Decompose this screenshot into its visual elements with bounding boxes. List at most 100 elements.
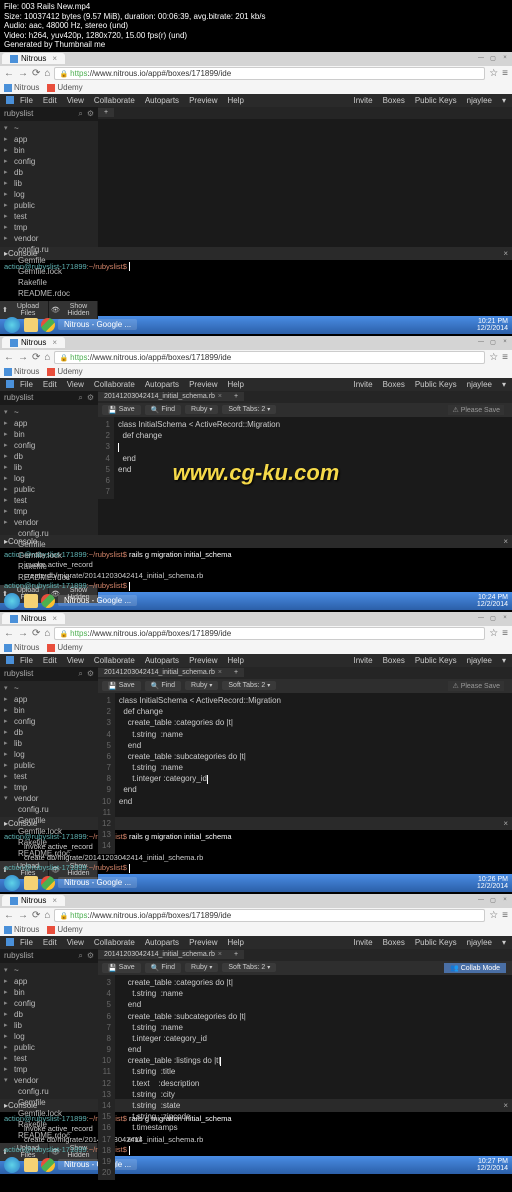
menu-view[interactable]: View	[67, 938, 84, 947]
show-hidden-button[interactable]: 👁Show Hidden	[49, 301, 98, 319]
menu-edit[interactable]: Edit	[43, 656, 57, 665]
star-icon[interactable]: ☆	[489, 352, 498, 363]
tree-folder[interactable]: db	[0, 727, 98, 738]
publickeys-link[interactable]: Public Keys	[415, 656, 457, 665]
bookmark-nitrous[interactable]: Nitrous	[4, 643, 39, 652]
url-input[interactable]: 🔒https://www.nitrous.io/app#/boxes/17189…	[54, 351, 485, 364]
menu-help[interactable]: Help	[228, 656, 244, 665]
menu-view[interactable]: View	[67, 96, 84, 105]
dropdown-icon[interactable]: ▾	[502, 380, 506, 389]
taskbar-window[interactable]: Nitrous - Google ...	[58, 319, 137, 330]
search-icon[interactable]: ⌕	[78, 951, 82, 961]
close-icon[interactable]: ×	[52, 614, 57, 623]
menu-autoparts[interactable]: Autoparts	[145, 938, 179, 947]
invite-link[interactable]: Invite	[353, 380, 372, 389]
bookmark-nitrous[interactable]: Nitrous	[4, 83, 39, 92]
maximize-icon[interactable]: ▢	[488, 339, 498, 347]
tree-folder[interactable]: vendor	[0, 233, 98, 244]
gear-icon[interactable]: ⚙	[87, 951, 94, 961]
gear-icon[interactable]: ⚙	[87, 393, 94, 403]
tree-folder[interactable]: app	[0, 694, 98, 705]
menu-icon[interactable]: ≡	[502, 68, 508, 79]
tree-folder[interactable]: test	[0, 495, 98, 506]
home-icon[interactable]: ⌂	[44, 68, 50, 79]
tree-folder[interactable]: log	[0, 189, 98, 200]
star-icon[interactable]: ☆	[489, 68, 498, 79]
reload-icon[interactable]: ⟳	[32, 352, 40, 363]
system-tray[interactable]: 10:21 PM12/2/2014	[477, 318, 508, 332]
back-icon[interactable]: ←	[4, 910, 14, 921]
menu-file[interactable]: File	[20, 380, 33, 389]
maximize-icon[interactable]: ▢	[488, 615, 498, 623]
tree-folder[interactable]: config	[0, 998, 98, 1009]
explorer-icon[interactable]	[24, 594, 38, 608]
menu-edit[interactable]: Edit	[43, 380, 57, 389]
menu-view[interactable]: View	[67, 380, 84, 389]
menu-help[interactable]: Help	[228, 380, 244, 389]
tree-file[interactable]: README.rdoc	[0, 288, 98, 299]
new-tab-button[interactable]: +	[228, 668, 244, 677]
boxes-link[interactable]: Boxes	[383, 656, 405, 665]
softtabs-select[interactable]: Soft Tabs: 2	[222, 963, 276, 972]
new-tab-button[interactable]: +	[228, 950, 244, 959]
url-input[interactable]: 🔒https://www.nitrous.io/app#/boxes/17189…	[54, 627, 485, 640]
user-link[interactable]: njaylee	[467, 938, 492, 947]
save-button[interactable]: 💾Save	[102, 963, 141, 973]
menu-collab[interactable]: Collaborate	[94, 96, 135, 105]
back-icon[interactable]: ←	[4, 628, 14, 639]
explorer-icon[interactable]	[24, 1158, 38, 1172]
menu-file[interactable]: File	[20, 96, 33, 105]
chrome-icon[interactable]	[41, 876, 55, 890]
tree-file[interactable]: config.ru	[0, 528, 98, 539]
tree-file[interactable]: config.ru	[0, 244, 98, 255]
tree-file[interactable]: Gemfile	[0, 255, 98, 266]
tree-folder[interactable]: config	[0, 156, 98, 167]
tree-folder[interactable]: config	[0, 716, 98, 727]
menu-help[interactable]: Help	[228, 938, 244, 947]
new-tab-button[interactable]: +	[228, 392, 244, 401]
dropdown-icon[interactable]: ▾	[502, 96, 506, 105]
start-button[interactable]	[4, 593, 20, 609]
close-icon[interactable]: ×	[500, 339, 510, 347]
maximize-icon[interactable]: ▢	[488, 55, 498, 63]
search-icon[interactable]: ⌕	[78, 393, 82, 403]
publickeys-link[interactable]: Public Keys	[415, 938, 457, 947]
home-icon[interactable]: ⌂	[44, 628, 50, 639]
tree-folder[interactable]: app	[0, 418, 98, 429]
browser-tab[interactable]: Nitrous×	[2, 613, 65, 624]
tree-folder[interactable]: config	[0, 440, 98, 451]
chrome-icon[interactable]	[41, 1158, 55, 1172]
bookmark-udemy[interactable]: Udemy	[47, 925, 82, 934]
tree-folder[interactable]: log	[0, 749, 98, 760]
invite-link[interactable]: Invite	[353, 938, 372, 947]
menu-preview[interactable]: Preview	[189, 938, 217, 947]
menu-preview[interactable]: Preview	[189, 380, 217, 389]
save-button[interactable]: 💾Save	[102, 405, 141, 415]
save-button[interactable]: 💾Save	[102, 681, 141, 691]
tree-folder[interactable]: test	[0, 1053, 98, 1064]
publickeys-link[interactable]: Public Keys	[415, 96, 457, 105]
menu-icon[interactable]: ≡	[502, 628, 508, 639]
tree-file[interactable]: Rakefile	[0, 277, 98, 288]
explorer-icon[interactable]	[24, 876, 38, 890]
tree-folder[interactable]: vendor	[0, 1075, 98, 1086]
lang-select[interactable]: Ruby	[185, 963, 218, 972]
chrome-icon[interactable]	[41, 318, 55, 332]
find-button[interactable]: 🔍Find	[145, 405, 181, 415]
menu-collab[interactable]: Collaborate	[94, 656, 135, 665]
bookmark-nitrous[interactable]: Nitrous	[4, 925, 39, 934]
minimize-icon[interactable]: —	[476, 897, 486, 905]
close-icon[interactable]: ×	[503, 249, 508, 258]
code-editor[interactable]: 34567891011121314151617181920 create_tab…	[98, 975, 512, 1180]
close-icon[interactable]: ×	[500, 55, 510, 63]
editor-empty[interactable]	[98, 119, 512, 239]
publickeys-link[interactable]: Public Keys	[415, 380, 457, 389]
tree-file[interactable]: Gemfile.lock	[0, 1108, 98, 1119]
close-icon[interactable]: ×	[500, 897, 510, 905]
tree-folder[interactable]: lib	[0, 1020, 98, 1031]
minimize-icon[interactable]: —	[476, 55, 486, 63]
explorer-icon[interactable]	[24, 318, 38, 332]
browser-tab[interactable]: Nitrous×	[2, 895, 65, 906]
tree-folder[interactable]: app	[0, 976, 98, 987]
menu-preview[interactable]: Preview	[189, 96, 217, 105]
